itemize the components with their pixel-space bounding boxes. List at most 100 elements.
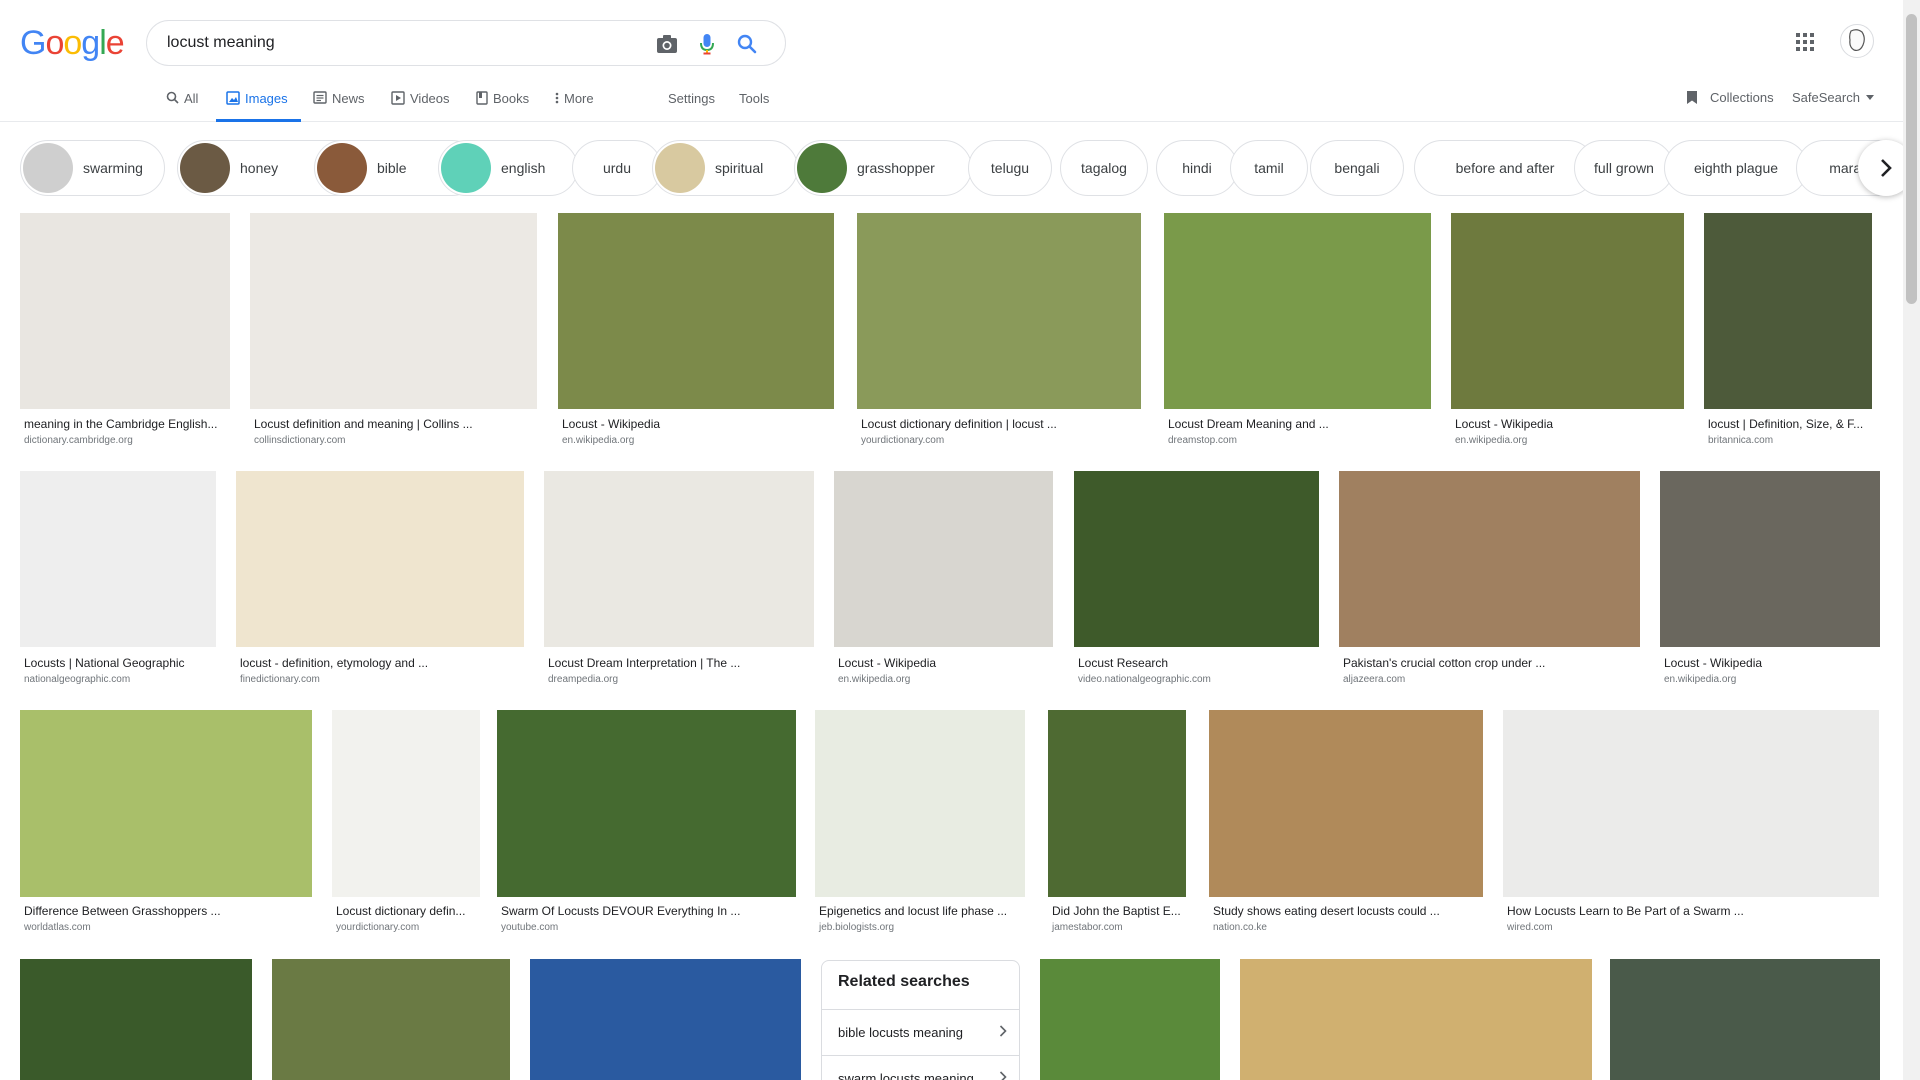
result-title[interactable]: Difference Between Grasshoppers ...	[24, 904, 308, 918]
result-source[interactable]: aljazeera.com	[1343, 674, 1405, 685]
tab-tools[interactable]: Tools	[739, 88, 769, 122]
image-result[interactable]: locust - definition, etymology and ... fi…	[236, 471, 524, 690]
result-thumbnail[interactable]	[1610, 959, 1880, 1080]
chip-telugu[interactable]: telugu	[968, 140, 1052, 196]
result-thumbnail[interactable]	[332, 710, 480, 897]
image-result[interactable]	[1240, 959, 1592, 1080]
image-result[interactable]: Locust - Wikipedia en.wikipedia.org	[1451, 213, 1684, 451]
chip-spiritual[interactable]: spiritual	[652, 140, 798, 196]
image-result[interactable]: Locust Dream Meaning and ... dreamstop.co…	[1164, 213, 1431, 451]
image-result[interactable]: Pakistan's crucial cotton crop under ...…	[1339, 471, 1640, 690]
result-thumbnail[interactable]	[1164, 213, 1431, 409]
result-source[interactable]: en.wikipedia.org	[838, 674, 910, 685]
image-result[interactable]: locust | Definition, Size, & F... britann…	[1704, 213, 1872, 451]
image-result[interactable]: Locust - Wikipedia en.wikipedia.org	[834, 471, 1053, 690]
result-title[interactable]: Did John the Baptist E...	[1052, 904, 1182, 918]
collections-link[interactable]: Collections	[1686, 90, 1774, 105]
tab-books[interactable]: Books	[476, 88, 529, 122]
result-thumbnail[interactable]	[1074, 471, 1319, 647]
result-title[interactable]: Study shows eating desert locusts could …	[1213, 904, 1479, 918]
result-title[interactable]: Locust - Wikipedia	[1664, 656, 1876, 670]
image-result[interactable]: Locusts | National Geographic nationalgeo…	[20, 471, 216, 690]
image-result[interactable]: Locust Research video.nationalgeographic.…	[1074, 471, 1319, 690]
result-thumbnail[interactable]	[544, 471, 814, 647]
image-result[interactable]: Locust - Wikipedia en.wikipedia.org	[1660, 471, 1880, 690]
result-thumbnail[interactable]	[558, 213, 834, 409]
result-title[interactable]: Locust - Wikipedia	[562, 417, 830, 431]
result-source[interactable]: en.wikipedia.org	[562, 435, 634, 446]
result-source[interactable]: yourdictionary.com	[861, 435, 944, 446]
result-source[interactable]: jeb.biologists.org	[819, 922, 894, 933]
result-source[interactable]: youtube.com	[501, 922, 558, 933]
image-result[interactable]: Study shows eating desert locusts could …	[1209, 710, 1483, 938]
result-thumbnail[interactable]	[1209, 710, 1483, 897]
image-result[interactable]: Locust dictionary definition | locust ..…	[857, 213, 1141, 451]
tab-news[interactable]: News	[313, 88, 365, 122]
result-title[interactable]: Epigenetics and locust life phase ...	[819, 904, 1021, 918]
image-result[interactable]: Did John the Baptist E... jamestabor.com	[1048, 710, 1186, 938]
result-source[interactable]: wired.com	[1507, 922, 1553, 933]
result-source[interactable]: britannica.com	[1708, 435, 1773, 446]
result-title[interactable]: Locust - Wikipedia	[1455, 417, 1680, 431]
tab-settings[interactable]: Settings	[668, 88, 715, 122]
search-icon[interactable]	[735, 32, 759, 56]
result-thumbnail[interactable]	[20, 213, 230, 409]
image-result[interactable]	[530, 959, 801, 1080]
result-source[interactable]: finedictionary.com	[240, 674, 320, 685]
chip-urdu[interactable]: urdu	[572, 140, 662, 196]
image-result[interactable]: Locust dictionary defin... yourdictionary…	[332, 710, 480, 938]
result-thumbnail[interactable]	[497, 710, 796, 897]
chip-tagalog[interactable]: tagalog	[1060, 140, 1148, 196]
tab-videos[interactable]: Videos	[391, 88, 450, 122]
result-source[interactable]: nation.co.ke	[1213, 922, 1267, 933]
safesearch-dropdown[interactable]: SafeSearch	[1792, 90, 1874, 105]
result-thumbnail[interactable]	[20, 959, 252, 1080]
result-thumbnail[interactable]	[1048, 710, 1186, 897]
chip-tamil[interactable]: tamil	[1230, 140, 1308, 196]
related-search-item[interactable]: bible locusts meaning	[822, 1009, 1019, 1055]
result-thumbnail[interactable]	[1339, 471, 1640, 647]
image-result[interactable]: Locust Dream Interpretation | The ... dre…	[544, 471, 814, 690]
tab-more[interactable]: More	[555, 88, 594, 122]
image-result[interactable]: Difference Between Grasshoppers ... world…	[20, 710, 312, 938]
result-title[interactable]: Locust dictionary definition | locust ..…	[861, 417, 1137, 431]
result-title[interactable]: Locust - Wikipedia	[838, 656, 1049, 670]
result-thumbnail[interactable]	[857, 213, 1141, 409]
image-result[interactable]: meaning in the Cambridge English... dicti…	[20, 213, 230, 451]
result-thumbnail[interactable]	[1704, 213, 1872, 409]
image-result[interactable]: Swarm Of Locusts DEVOUR Everything In ..…	[497, 710, 796, 938]
scrollbar-thumb[interactable]	[1906, 14, 1917, 304]
scrollbar[interactable]	[1903, 0, 1920, 1080]
related-search-item[interactable]: swarm locusts meaning	[822, 1055, 1019, 1080]
result-title[interactable]: locust - definition, etymology and ...	[240, 656, 520, 670]
image-result[interactable]: How Locusts Learn to Be Part of a Swarm …	[1503, 710, 1879, 938]
result-source[interactable]: yourdictionary.com	[336, 922, 419, 933]
chip-before-and-after[interactable]: before and after	[1414, 140, 1596, 196]
result-source[interactable]: worldatlas.com	[24, 922, 91, 933]
chip-bengali[interactable]: bengali	[1310, 140, 1404, 196]
chip-english[interactable]: english	[438, 140, 578, 196]
google-logo[interactable]: Google	[20, 24, 125, 63]
result-thumbnail[interactable]	[1660, 471, 1880, 647]
result-title[interactable]: Locust Research	[1078, 656, 1315, 670]
result-thumbnail[interactable]	[20, 471, 216, 647]
search-box[interactable]	[146, 20, 786, 66]
image-result[interactable]	[1610, 959, 1880, 1080]
result-source[interactable]: en.wikipedia.org	[1455, 435, 1527, 446]
result-source[interactable]: dictionary.cambridge.org	[24, 435, 133, 446]
result-title[interactable]: Locust dictionary defin...	[336, 904, 476, 918]
result-thumbnail[interactable]	[834, 471, 1053, 647]
result-source[interactable]: nationalgeographic.com	[24, 674, 130, 685]
result-thumbnail[interactable]	[1503, 710, 1879, 897]
result-thumbnail[interactable]	[272, 959, 510, 1080]
result-thumbnail[interactable]	[1451, 213, 1684, 409]
chip-swarming[interactable]: swarming	[20, 140, 165, 196]
result-title[interactable]: Locusts | National Geographic	[24, 656, 212, 670]
result-title[interactable]: How Locusts Learn to Be Part of a Swarm …	[1507, 904, 1875, 918]
result-title[interactable]: meaning in the Cambridge English...	[24, 417, 226, 431]
chip-eighth-plague[interactable]: eighth plague	[1664, 140, 1808, 196]
camera-icon[interactable]	[655, 32, 679, 56]
image-result[interactable]: Locust - Wikipedia en.wikipedia.org	[558, 213, 834, 451]
chip-full-grown[interactable]: full grown	[1574, 140, 1674, 196]
search-input[interactable]	[167, 32, 627, 54]
